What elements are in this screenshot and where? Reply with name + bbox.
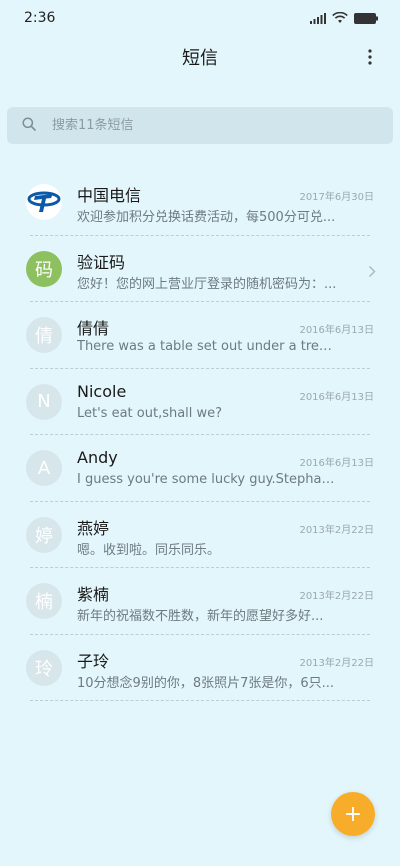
search-input[interactable] [50, 117, 354, 134]
message-date: 2013年2月22日 [299, 657, 374, 669]
message-preview: 嗯。收到啦。同乐同乐。 [77, 542, 221, 558]
message-preview: Let's eat out,shall we? [77, 405, 223, 421]
avatar: 玲 [26, 649, 62, 686]
conversation-item[interactable]: N Nicole 2016年6月13日 Let's eat out,shall … [0, 369, 400, 435]
avatar: 码 [26, 250, 62, 287]
contact-name: 中国电信 [77, 186, 142, 205]
battery-icon [354, 12, 378, 24]
contact-name: Nicole [77, 381, 127, 401]
status-bar: 2:36 [0, 0, 400, 36]
conversation-list: 中国电信 2017年6月30日 欢迎参加积分兑换话费活动，每500分可兑... … [0, 169, 400, 701]
message-date: 2017年6月30日 [299, 192, 374, 203]
message-preview: 新年的祝福数不胜数，新年的愿望好多好... [77, 609, 324, 624]
page-title: 短信 [182, 48, 218, 69]
avatar: 婷 [26, 516, 62, 553]
avatar: N [26, 383, 62, 420]
message-preview: 10分想念9别的你，8张照片7张是你，6只... [77, 675, 335, 691]
message-preview: I guess you're some lucky guy.Stephani..… [77, 472, 339, 487]
china-telecom-logo-icon [27, 185, 61, 219]
message-preview: There was a table set out under a tree i… [77, 339, 339, 354]
message-date: 2016年6月13日 [299, 391, 374, 403]
wifi-icon [332, 12, 348, 24]
avatar: 倩 [26, 317, 62, 353]
contact-name: 倩倩 [77, 319, 110, 338]
app-header: 短信 [0, 38, 400, 76]
conversation-item[interactable]: 中国电信 2017年6月30日 欢迎参加积分兑换话费活动，每500分可兑... [0, 169, 400, 236]
conversation-item[interactable]: 楠 紫楠 2013年2月22日 新年的祝福数不胜数，新年的愿望好多好... [0, 568, 400, 635]
message-preview: 您好！您的网上营业厅登录的随机密码为：... [77, 276, 337, 292]
contact-name: Andy [77, 448, 118, 467]
contact-name: 紫楠 [77, 585, 110, 604]
signal-icon [310, 12, 326, 24]
avatar [26, 184, 62, 220]
search-bar[interactable] [7, 107, 393, 144]
plus-icon: + [343, 801, 363, 827]
status-icons [310, 12, 378, 24]
avatar: A [26, 450, 62, 486]
more-vertical-icon [368, 49, 372, 65]
contact-name: 验证码 [77, 252, 126, 272]
search-icon [22, 116, 36, 135]
message-preview: 欢迎参加积分兑换话费活动，每500分可兑... [77, 210, 336, 225]
conversation-item[interactable]: A Andy 2016年6月13日 I guess you're some lu… [0, 435, 400, 502]
avatar: 楠 [26, 583, 62, 619]
conversation-item[interactable]: 码 验证码 您好！您的网上营业厅登录的随机密码为：... [0, 236, 400, 302]
conversation-item[interactable]: 倩 倩倩 2016年6月13日 There was a table set ou… [0, 302, 400, 369]
status-time: 2:36 [24, 10, 56, 26]
message-date: 2013年2月22日 [299, 524, 374, 536]
contact-name: 子玲 [77, 651, 110, 671]
message-date: 2016年6月13日 [299, 458, 374, 469]
contact-name: 燕婷 [77, 518, 110, 538]
chevron-right-icon [368, 263, 376, 282]
conversation-item[interactable]: 玲 子玲 2013年2月22日 10分想念9别的你，8张照片7张是你，6只... [0, 635, 400, 701]
message-date: 2013年2月22日 [299, 591, 374, 602]
more-options-button[interactable] [358, 45, 382, 69]
divider [30, 700, 370, 701]
conversation-item[interactable]: 婷 燕婷 2013年2月22日 嗯。收到啦。同乐同乐。 [0, 502, 400, 568]
new-message-button[interactable]: + [331, 792, 375, 836]
message-date: 2016年6月13日 [299, 325, 374, 336]
